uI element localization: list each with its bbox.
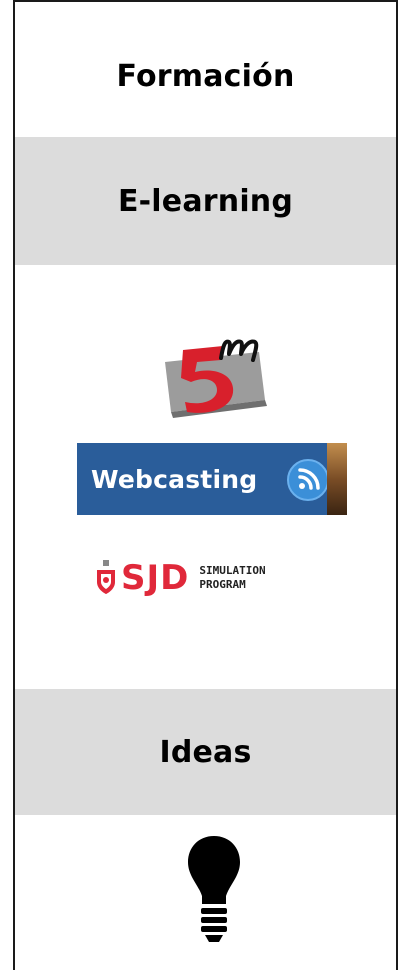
section-heading-ideas: Ideas	[15, 689, 396, 815]
rss-icon	[287, 459, 329, 501]
sjd-brand-text: SJD	[121, 558, 190, 598]
section-heading-formacion: Formación	[15, 36, 396, 116]
five-m-logo-link[interactable]	[161, 332, 273, 424]
webcasting-label: Webcasting	[91, 464, 258, 494]
webcasting-banner-link[interactable]: Webcasting	[77, 443, 347, 515]
sjd-subtitle: SIMULATION PROGRAM	[199, 564, 265, 592]
formacion-title: Formación	[116, 58, 295, 94]
sjd-simulation-logo-link[interactable]: SJD SIMULATION PROGRAM	[95, 549, 345, 607]
elearning-title: E-learning	[117, 183, 294, 219]
five-m-logo-icon	[165, 339, 267, 418]
lightbulb-icon	[188, 836, 240, 942]
webcasting-photo-strip	[327, 443, 347, 515]
sjd-subtitle-line2: PROGRAM	[199, 578, 246, 591]
sjd-badge-icon	[97, 560, 115, 594]
sidebar-panel: Formación E-learning Webcasting SJD SIMU…	[13, 0, 398, 970]
lightbulb-icon-link[interactable]	[186, 834, 242, 946]
sjd-subtitle-line1: SIMULATION	[199, 564, 266, 577]
section-heading-elearning: E-learning	[15, 137, 396, 265]
ideas-title: Ideas	[159, 734, 252, 770]
